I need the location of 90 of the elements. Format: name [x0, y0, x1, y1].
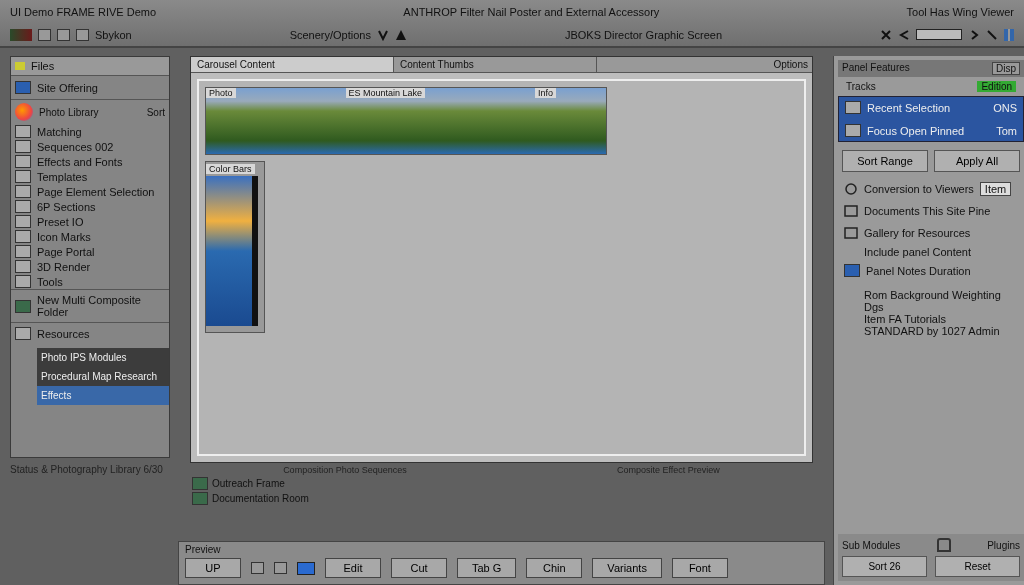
layer-icon [192, 477, 208, 490]
option-label[interactable]: Documents This Site Pine [864, 205, 991, 217]
status-text: Status & Photography Library 6/30 [10, 464, 164, 475]
option-label[interactable]: Gallery for Resources [864, 227, 971, 239]
sidebar-item[interactable]: Templates [37, 170, 88, 183]
thumbnail-icon [15, 155, 31, 168]
sidebar-item[interactable]: Site Offering [37, 81, 98, 94]
sidebar-item[interactable]: Page Portal [37, 245, 95, 258]
viewer-title: Tool Has Wing Viewer [906, 5, 1014, 18]
group-title: Photo Library [39, 106, 100, 118]
sidebar-item[interactable]: Effects and Fonts [37, 155, 123, 168]
options-link[interactable]: Options [773, 59, 812, 70]
track-value: Tom [996, 124, 1017, 137]
thumbnail-icon [15, 170, 31, 183]
thumbnail-icon [15, 245, 31, 258]
panel-button[interactable]: Apply All [934, 150, 1020, 172]
option-label[interactable]: Panel Notes Duration [866, 264, 971, 277]
slider-control[interactable] [915, 29, 962, 40]
option-label: Conversion to Viewers [864, 183, 974, 195]
toolbar-button[interactable]: Font [671, 558, 728, 578]
footer-label: Sub Modules [842, 539, 901, 551]
app-title: UI Demo FRAME RIVE Demo [10, 5, 157, 18]
detail-text: STANDARD by 1027 Admin [864, 325, 1001, 337]
sidebar-item[interactable]: Tools [37, 275, 63, 288]
footer-button[interactable]: Reset [935, 556, 1020, 577]
toolbar-button[interactable]: Tab G [457, 558, 517, 578]
toolbar-title: Preview [185, 544, 222, 555]
sidebar-item[interactable]: 3D Render [37, 260, 91, 273]
panel-button[interactable]: Sort Range [842, 150, 928, 172]
toolbar-button[interactable]: Edit [325, 558, 381, 578]
sidebar-item[interactable]: Preset IO [37, 215, 84, 228]
toolbar-button[interactable]: Cut [391, 558, 447, 578]
toolbar-button[interactable]: Chin [526, 558, 583, 578]
module-item[interactable]: Effects [37, 386, 169, 405]
thumbnail-icon [15, 327, 31, 340]
panel-title: Files [31, 60, 55, 72]
sidebar-item[interactable]: Sequences 002 [37, 140, 114, 153]
sidebar-item[interactable]: Icon Marks [37, 230, 91, 243]
module-item[interactable]: Photo IPS Modules [37, 348, 169, 367]
cross-icon[interactable] [879, 28, 892, 41]
sidebar-item[interactable]: Page Element Selection [37, 185, 155, 198]
sidebar-item[interactable]: Resources [37, 327, 90, 340]
module-item[interactable]: Procedural Map Research [37, 367, 169, 386]
layer-icon [192, 492, 208, 505]
thumbnail-icon [15, 275, 31, 288]
toolbar-button[interactable]: Variants [592, 558, 662, 578]
detail-text: Item FA Tutorials [864, 313, 947, 325]
sidebar-item[interactable]: 6P Sections [37, 200, 96, 213]
toolbar-button[interactable]: UP [185, 558, 241, 578]
footer-button[interactable]: Sort 26 [842, 556, 927, 577]
track-icon [845, 101, 861, 114]
edition-badge: Edition [977, 81, 1016, 92]
thumbnail-icon [15, 215, 31, 228]
director-label: JBOKS Director Graphic Screen [564, 28, 723, 41]
sidebar-item[interactable]: New Multi Composite Folder [37, 294, 165, 318]
tab[interactable]: Content Thumbs [394, 57, 597, 72]
track-name[interactable]: Focus Open Pinned [867, 124, 991, 137]
photo-label: Info [535, 88, 557, 98]
frame-icon [844, 204, 858, 218]
thumbnail-icon [15, 230, 31, 243]
input-field[interactable]: Item [979, 182, 1012, 196]
thumbnail-icon [15, 260, 31, 273]
section-title: Tracks [846, 81, 876, 92]
logo-icon[interactable] [10, 28, 32, 41]
sidebar-item[interactable]: Matching [37, 125, 82, 138]
dropdown[interactable]: Disp [992, 62, 1020, 75]
track-value: ONS [993, 101, 1017, 114]
check-icon[interactable] [376, 28, 389, 41]
photo-label: Photo [206, 88, 236, 98]
triangle-icon[interactable] [394, 28, 407, 41]
folder-icon [15, 62, 25, 70]
options-menu[interactable]: Scenery/Options [289, 28, 371, 41]
track-icon [845, 124, 861, 137]
sort-link[interactable]: Sort [146, 106, 165, 118]
tab[interactable]: Carousel Content [191, 57, 394, 72]
detail-text: Rom Background Weighting [864, 289, 1002, 301]
thumbnail-icon [15, 125, 31, 138]
thumbnail-icon [15, 200, 31, 213]
panel-title: Panel Features [842, 62, 910, 75]
toolbar-label[interactable]: Sbykon [95, 28, 132, 41]
thumbnail-icon [15, 185, 31, 198]
photo-label: ES Mountain Lake [345, 88, 426, 98]
photo-label: Color Bars [206, 164, 255, 174]
track-name[interactable]: Recent Selection [867, 101, 988, 114]
thumbnail-icon [15, 140, 31, 153]
detail-text: Dgs [864, 301, 885, 313]
footer-label: Plugins [987, 539, 1020, 551]
document-title: ANTHROP Filter Nail Poster and External Accessory [403, 5, 660, 18]
frame-icon [844, 226, 858, 240]
note-text: Include panel Content [863, 246, 973, 258]
